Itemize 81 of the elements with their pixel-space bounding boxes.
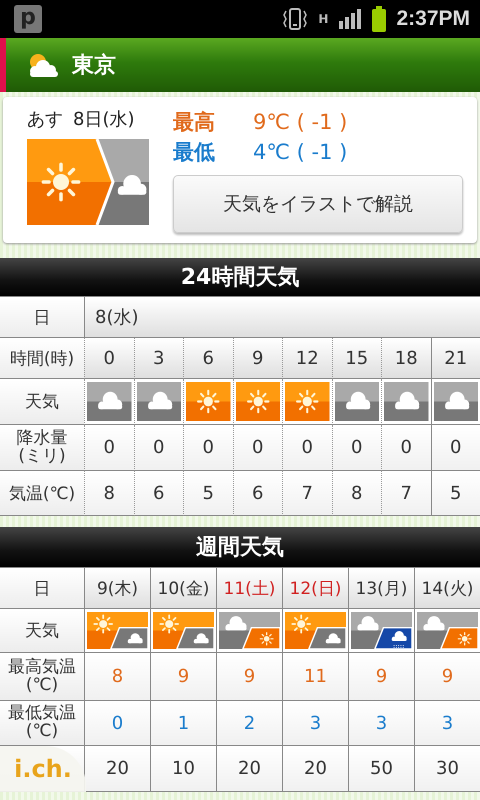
- cloud-icon: [384, 382, 428, 421]
- sun-icon: [285, 382, 330, 421]
- table-cell: 3: [282, 701, 348, 746]
- table-cell: 20: [216, 746, 282, 792]
- table-cell: 20: [84, 746, 150, 792]
- table-cell: 20: [282, 746, 348, 792]
- low-label: 最低: [173, 139, 216, 166]
- day-label: あす: [27, 108, 63, 131]
- vibrate-icon: [282, 7, 308, 31]
- table-cell: 3: [414, 701, 480, 746]
- weather-icon: [219, 612, 280, 649]
- notification-icon: p: [14, 5, 42, 33]
- table-cell: 30: [414, 746, 480, 792]
- table-cell: 0: [134, 425, 183, 471]
- network-indicator: H: [318, 12, 328, 26]
- date-cell: 9(木): [84, 568, 150, 609]
- time-cell: 12: [282, 338, 332, 379]
- signal-icon: [338, 8, 362, 30]
- section-title: 週間天気: [0, 527, 480, 567]
- table-cell: 0: [84, 701, 150, 746]
- row-label: 最低気温 (℃): [0, 701, 84, 746]
- weather-icon: [87, 612, 148, 649]
- table-cell: 11: [282, 653, 348, 701]
- table-cell: 9: [150, 653, 216, 701]
- high-label: 最高: [173, 109, 216, 136]
- table-cell: 9: [216, 653, 282, 701]
- high-temperature: 9℃ ( -1 ): [253, 109, 348, 136]
- time-cell: 0: [84, 338, 134, 379]
- table-cell: 6: [232, 471, 282, 516]
- date-cell: 12(日): [282, 568, 348, 609]
- time-cell: 18: [381, 338, 430, 379]
- table-cell: 6: [134, 471, 183, 516]
- table-cell: 7: [381, 471, 430, 516]
- cloud-icon: [334, 382, 379, 421]
- section-title: 24時間天気: [0, 258, 480, 296]
- table-cell: 8: [332, 471, 381, 516]
- table-cell: 0: [84, 425, 134, 471]
- cloud-icon: [87, 382, 132, 421]
- sun-icon: [186, 382, 230, 421]
- time-cell: 6: [183, 338, 232, 379]
- forecast-date: 8日(水): [73, 108, 134, 131]
- table-cell: 0: [381, 425, 430, 471]
- table-cell: 5: [183, 471, 232, 516]
- city-name: 東京: [72, 52, 116, 80]
- weather-icon: [351, 612, 412, 649]
- table-cell: 1: [150, 701, 216, 746]
- table-cell: 0: [430, 425, 480, 471]
- time-cell: 21: [430, 338, 480, 379]
- table-cell: 9: [414, 653, 480, 701]
- sun-icon: [236, 382, 280, 421]
- date-cell: 11(土): [216, 568, 282, 609]
- table-cell: 0: [332, 425, 381, 471]
- table-cell: 0: [183, 425, 232, 471]
- time-cell: 15: [332, 338, 381, 379]
- date-cell: 13(月): [348, 568, 414, 609]
- forecast-weather-icon: [27, 139, 149, 225]
- table-cell: 3: [348, 701, 414, 746]
- table-cell: 0: [282, 425, 332, 471]
- battery-icon: [372, 6, 386, 32]
- time-cell: 3: [134, 338, 183, 379]
- weather-icon: [417, 612, 478, 649]
- table-cell: 8: [84, 471, 134, 516]
- table-cell: 7: [282, 471, 332, 516]
- weather-icon: [285, 612, 346, 649]
- table-cell: 50: [348, 746, 414, 792]
- table-cell: 0: [232, 425, 282, 471]
- weather-icon: [153, 612, 214, 649]
- table-cell: 2: [216, 701, 282, 746]
- cloud-icon: [136, 382, 181, 421]
- time-cell: 9: [232, 338, 282, 379]
- table-cell: 9: [348, 653, 414, 701]
- illustration-button[interactable]: 天気をイラストで解説: [173, 175, 463, 233]
- clock-time: 2:37PM: [396, 7, 470, 31]
- date-cell: 14(火): [414, 568, 480, 609]
- table-cell: 8: [84, 653, 150, 701]
- table-cell: 10: [150, 746, 216, 792]
- date-cell: 10(金): [150, 568, 216, 609]
- table-cell: 5: [430, 471, 480, 516]
- low-temperature: 4℃ ( -1 ): [253, 139, 348, 166]
- date-cell: 8(水): [84, 297, 480, 338]
- cloud-icon: [434, 382, 478, 421]
